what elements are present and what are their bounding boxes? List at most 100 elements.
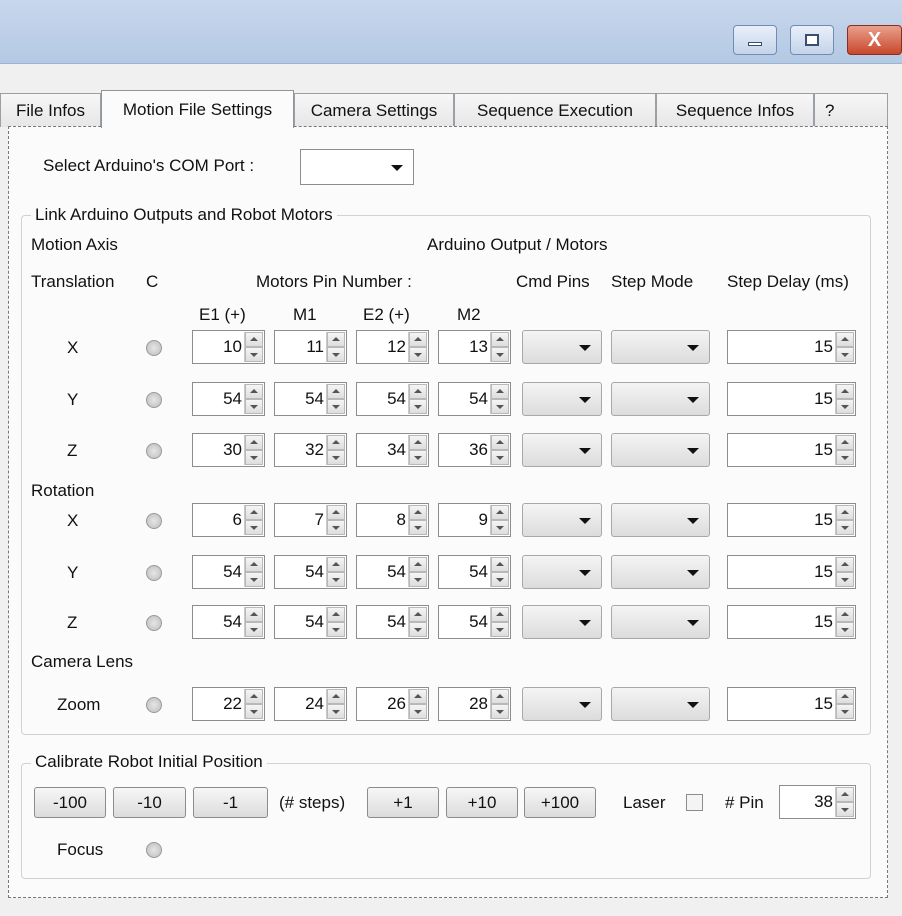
step-mode-select[interactable] — [611, 605, 710, 639]
maximize-button[interactable] — [790, 25, 834, 55]
spin-up-icon[interactable] — [836, 384, 854, 399]
pin-stepper-e2[interactable]: 34 — [356, 433, 429, 467]
tab-help[interactable]: ? — [814, 93, 888, 127]
pin-stepper-e1[interactable]: 10 — [192, 330, 265, 364]
cmd-pins-select[interactable] — [522, 433, 602, 467]
pin-stepper-e2[interactable]: 26 — [356, 687, 429, 721]
tab-file-infos[interactable]: File Infos — [0, 93, 101, 127]
pin-stepper-e1[interactable]: 54 — [192, 382, 265, 416]
spin-up-icon[interactable] — [245, 435, 263, 450]
step-delay-stepper[interactable]: 15 — [727, 605, 856, 639]
spin-up-icon[interactable] — [245, 505, 263, 520]
cmd-pins-select[interactable] — [522, 605, 602, 639]
cmd-pins-select[interactable] — [522, 687, 602, 721]
row-radio[interactable] — [146, 513, 162, 529]
spin-down-icon[interactable] — [409, 572, 427, 587]
pin-stepper-e1[interactable]: 54 — [192, 605, 265, 639]
spin-down-icon[interactable] — [491, 572, 509, 587]
row-radio[interactable] — [146, 615, 162, 631]
spin-down-icon[interactable] — [245, 450, 263, 465]
spin-down-icon[interactable] — [836, 347, 854, 362]
spin-down-icon[interactable] — [245, 704, 263, 719]
pin-stepper-m2[interactable]: 13 — [438, 330, 511, 364]
pin-stepper-m2[interactable]: 28 — [438, 687, 511, 721]
spin-up-icon[interactable] — [327, 435, 345, 450]
spin-down-icon[interactable] — [245, 347, 263, 362]
spin-down-icon[interactable] — [491, 704, 509, 719]
spin-up-icon[interactable] — [491, 505, 509, 520]
spin-down-icon[interactable] — [836, 802, 854, 817]
spin-down-icon[interactable] — [327, 520, 345, 535]
spin-up-icon[interactable] — [409, 332, 427, 347]
step-mode-select[interactable] — [611, 382, 710, 416]
spin-up-icon[interactable] — [327, 505, 345, 520]
pin-stepper-m1[interactable]: 54 — [274, 555, 347, 589]
step-minus-100-button[interactable]: -100 — [34, 787, 106, 818]
spin-up-icon[interactable] — [491, 384, 509, 399]
step-delay-stepper[interactable]: 15 — [727, 433, 856, 467]
spin-down-icon[interactable] — [409, 399, 427, 414]
spin-up-icon[interactable] — [245, 557, 263, 572]
pin-stepper-m2[interactable]: 36 — [438, 433, 511, 467]
step-minus-10-button[interactable]: -10 — [113, 787, 186, 818]
spin-down-icon[interactable] — [409, 347, 427, 362]
spin-down-icon[interactable] — [409, 520, 427, 535]
spin-up-icon[interactable] — [491, 557, 509, 572]
step-delay-stepper[interactable]: 15 — [727, 503, 856, 537]
spin-down-icon[interactable] — [491, 520, 509, 535]
cmd-pins-select[interactable] — [522, 330, 602, 364]
spin-up-icon[interactable] — [836, 607, 854, 622]
spin-down-icon[interactable] — [836, 399, 854, 414]
spin-up-icon[interactable] — [409, 689, 427, 704]
focus-radio[interactable] — [146, 842, 162, 858]
spin-up-icon[interactable] — [245, 607, 263, 622]
laser-pin-stepper[interactable]: 38 — [779, 785, 856, 819]
spin-up-icon[interactable] — [409, 607, 427, 622]
pin-stepper-m1[interactable]: 32 — [274, 433, 347, 467]
step-plus-1-button[interactable]: +1 — [367, 787, 439, 818]
pin-stepper-m1[interactable]: 11 — [274, 330, 347, 364]
step-plus-100-button[interactable]: +100 — [524, 787, 596, 818]
spin-up-icon[interactable] — [409, 435, 427, 450]
pin-stepper-e2[interactable]: 54 — [356, 382, 429, 416]
pin-stepper-e2[interactable]: 54 — [356, 605, 429, 639]
minimize-button[interactable] — [733, 25, 777, 55]
step-delay-stepper[interactable]: 15 — [727, 330, 856, 364]
spin-down-icon[interactable] — [836, 520, 854, 535]
pin-stepper-e1[interactable]: 6 — [192, 503, 265, 537]
row-radio[interactable] — [146, 340, 162, 356]
spin-down-icon[interactable] — [327, 399, 345, 414]
pin-stepper-e1[interactable]: 54 — [192, 555, 265, 589]
pin-stepper-m1[interactable]: 7 — [274, 503, 347, 537]
spin-up-icon[interactable] — [836, 505, 854, 520]
spin-up-icon[interactable] — [409, 505, 427, 520]
spin-up-icon[interactable] — [327, 332, 345, 347]
step-mode-select[interactable] — [611, 687, 710, 721]
spin-down-icon[interactable] — [409, 622, 427, 637]
title-bar-drag-area[interactable] — [0, 0, 700, 64]
spin-down-icon[interactable] — [491, 347, 509, 362]
spin-up-icon[interactable] — [491, 332, 509, 347]
pin-stepper-e1[interactable]: 30 — [192, 433, 265, 467]
spin-up-icon[interactable] — [409, 384, 427, 399]
pin-stepper-m2[interactable]: 54 — [438, 555, 511, 589]
pin-stepper-m1[interactable]: 54 — [274, 605, 347, 639]
spin-down-icon[interactable] — [491, 399, 509, 414]
spin-down-icon[interactable] — [836, 572, 854, 587]
spin-down-icon[interactable] — [245, 399, 263, 414]
spin-up-icon[interactable] — [327, 557, 345, 572]
spin-up-icon[interactable] — [245, 332, 263, 347]
cmd-pins-select[interactable] — [522, 382, 602, 416]
tab-camera-settings[interactable]: Camera Settings — [294, 93, 454, 127]
row-radio[interactable] — [146, 565, 162, 581]
spin-down-icon[interactable] — [491, 450, 509, 465]
close-button[interactable]: X — [847, 25, 902, 55]
step-mode-select[interactable] — [611, 433, 710, 467]
step-plus-10-button[interactable]: +10 — [446, 787, 518, 818]
pin-stepper-e1[interactable]: 22 — [192, 687, 265, 721]
tab-sequence-execution[interactable]: Sequence Execution — [454, 93, 656, 127]
spin-up-icon[interactable] — [836, 689, 854, 704]
pin-stepper-m2[interactable]: 54 — [438, 382, 511, 416]
spin-down-icon[interactable] — [327, 450, 345, 465]
spin-up-icon[interactable] — [491, 435, 509, 450]
